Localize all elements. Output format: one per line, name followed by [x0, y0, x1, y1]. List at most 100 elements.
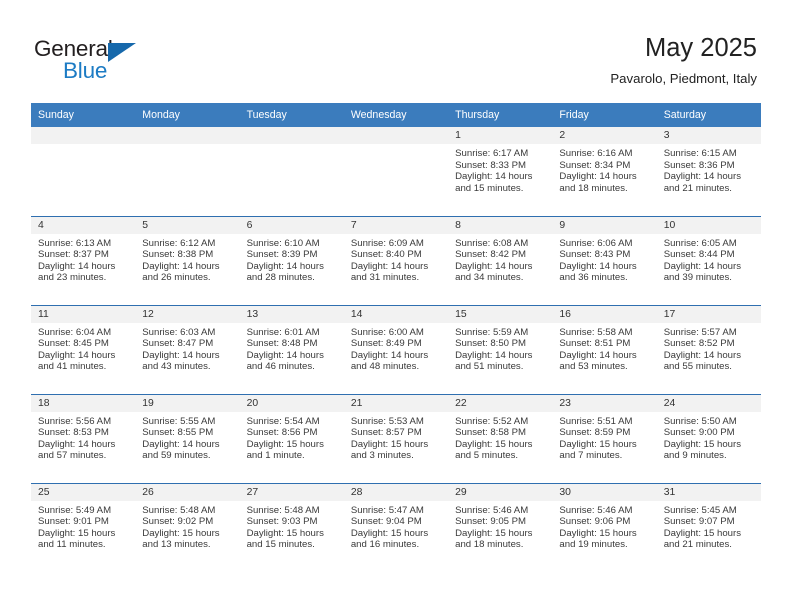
calendar-day-cell[interactable]: 20 Sunrise: 5:54 AM Sunset: 8:56 PM Dayligh… — [239, 393, 344, 483]
calendar-day-cell[interactable]: 21 Sunrise: 5:53 AM Sunset: 8:57 PM Dayligh… — [343, 393, 449, 483]
calendar-day-cell[interactable]: 2 Sunrise: 6:16 AM Sunset: 8:34 PM Daylight… — [552, 127, 657, 216]
daylight-text-line2: and 46 minutes. — [246, 361, 315, 373]
calendar-day-cell[interactable]: 17 Sunrise: 5:57 AM Sunset: 8:52 PM Dayligh… — [656, 304, 761, 394]
daylight-text-line1: Daylight: 14 hours — [38, 349, 116, 361]
calendar-day-cell[interactable]: 31 Sunrise: 5:45 AM Sunset: 9:07 PM Dayligh… — [656, 482, 761, 572]
day-number: 14 — [343, 305, 449, 323]
calendar-day-cell[interactable]: 22 Sunrise: 5:52 AM Sunset: 8:58 PM Dayligh… — [448, 393, 553, 483]
daylight-text-line2: and 48 minutes. — [350, 361, 420, 373]
day-number: 6 — [239, 216, 344, 234]
day-details: Sunrise: 5:55 AM Sunset: 8:55 PM Daylight:… — [135, 412, 239, 462]
sunrise-text: Sunrise: 5:47 AM — [350, 504, 424, 516]
calendar-day-cell[interactable]: 13 Sunrise: 6:01 AM Sunset: 8:48 PM Dayligh… — [239, 304, 344, 394]
calendar-day-cell[interactable]: 25 Sunrise: 5:49 AM Sunset: 9:01 PM Dayligh… — [31, 482, 136, 572]
daylight-text-line1: Daylight: 15 hours — [246, 438, 324, 450]
calendar-day-cell[interactable]: 16 Sunrise: 5:58 AM Sunset: 8:51 PM Dayligh… — [552, 304, 657, 394]
column-header-saturday: Saturday — [656, 103, 761, 127]
sunrise-text: Sunrise: 6:01 AM — [246, 326, 320, 338]
day-details: Sunrise: 5:47 AM Sunset: 9:04 PM Daylight:… — [344, 501, 448, 551]
day-number: 1 — [448, 127, 553, 144]
calendar-day-cell[interactable]: 28 Sunrise: 5:47 AM Sunset: 9:04 PM Dayligh… — [343, 482, 449, 572]
day-number — [31, 127, 136, 144]
calendar-day-cell[interactable]: 26 Sunrise: 5:48 AM Sunset: 9:02 PM Dayligh… — [135, 482, 240, 572]
calendar-day-cell[interactable]: 1 Sunrise: 6:17 AM Sunset: 8:33 PM Daylight… — [448, 127, 553, 216]
daylight-text-line2: and 59 minutes. — [142, 450, 211, 462]
day-details: Sunrise: 6:15 AM Sunset: 8:36 PM Daylight:… — [657, 144, 761, 194]
day-number: 22 — [448, 394, 553, 412]
calendar-day-cell[interactable]: 12 Sunrise: 6:03 AM Sunset: 8:47 PM Dayligh… — [135, 304, 240, 394]
sunset-text: Sunset: 8:51 PM — [559, 338, 631, 350]
daylight-text-line2: and 5 minutes. — [455, 450, 519, 462]
daylight-text-line2: and 26 minutes. — [142, 272, 211, 284]
daylight-text-line1: Daylight: 15 hours — [455, 527, 533, 539]
daylight-text-line2: and 57 minutes. — [38, 450, 107, 462]
day-details: Sunrise: 5:56 AM Sunset: 8:53 PM Daylight:… — [31, 412, 135, 462]
sunrise-text: Sunrise: 5:59 AM — [455, 326, 529, 338]
sunset-text: Sunset: 9:03 PM — [246, 516, 318, 528]
day-number: 2 — [552, 127, 657, 144]
calendar-day-cell[interactable]: 9 Sunrise: 6:06 AM Sunset: 8:43 PM Daylight… — [552, 215, 657, 305]
sunrise-text: Sunrise: 5:53 AM — [350, 415, 424, 427]
calendar-day-cell[interactable]: 29 Sunrise: 5:46 AM Sunset: 9:05 PM Dayligh… — [448, 482, 553, 572]
sunrise-text: Sunrise: 5:55 AM — [142, 415, 216, 427]
calendar-day-cell[interactable]: 4 Sunrise: 6:13 AM Sunset: 8:37 PM Daylight… — [31, 215, 136, 305]
sunrise-text: Sunrise: 5:45 AM — [663, 504, 737, 516]
sunset-text: Sunset: 8:43 PM — [559, 249, 631, 261]
day-number: 4 — [31, 216, 136, 234]
calendar-day-cell[interactable]: 10 Sunrise: 6:05 AM Sunset: 8:44 PM Dayligh… — [656, 215, 761, 305]
calendar-day-cell[interactable]: 15 Sunrise: 5:59 AM Sunset: 8:50 PM Dayligh… — [448, 304, 553, 394]
day-number: 13 — [239, 305, 344, 323]
sunset-text: Sunset: 8:45 PM — [38, 338, 109, 350]
generalblue-logo[interactable]: General Blue — [34, 36, 214, 92]
sunset-text: Sunset: 9:00 PM — [663, 427, 735, 439]
sunrise-text: Sunrise: 5:50 AM — [663, 415, 737, 427]
daylight-text-line2: and 18 minutes. — [559, 182, 628, 194]
day-details: Sunrise: 5:49 AM Sunset: 9:01 PM Daylight:… — [31, 501, 135, 551]
sunrise-text: Sunrise: 5:49 AM — [38, 504, 112, 516]
calendar-day-cell[interactable]: 18 Sunrise: 5:56 AM Sunset: 8:53 PM Dayligh… — [31, 393, 136, 483]
day-details: Sunrise: 6:16 AM Sunset: 8:34 PM Daylight:… — [552, 144, 656, 194]
sunrise-text: Sunrise: 5:54 AM — [246, 415, 320, 427]
calendar-cell-empty — [239, 127, 344, 216]
calendar-day-cell[interactable]: 27 Sunrise: 5:48 AM Sunset: 9:03 PM Dayligh… — [239, 482, 344, 572]
calendar-day-cell[interactable]: 24 Sunrise: 5:50 AM Sunset: 9:00 PM Dayligh… — [656, 393, 761, 483]
sunrise-text: Sunrise: 6:06 AM — [559, 237, 633, 249]
day-details: Sunrise: 6:05 AM Sunset: 8:44 PM Daylight:… — [657, 234, 761, 284]
calendar-day-cell[interactable]: 19 Sunrise: 5:55 AM Sunset: 8:55 PM Dayligh… — [135, 393, 240, 483]
calendar-day-cell[interactable]: 11 Sunrise: 6:04 AM Sunset: 8:45 PM Dayligh… — [31, 304, 136, 394]
sunset-text: Sunset: 8:52 PM — [663, 338, 735, 350]
sunset-text: Sunset: 8:59 PM — [559, 427, 631, 439]
sunset-text: Sunset: 8:58 PM — [455, 427, 527, 439]
calendar-day-cell[interactable]: 3 Sunrise: 6:15 AM Sunset: 8:36 PM Daylight… — [656, 127, 761, 216]
calendar-day-cell[interactable]: 23 Sunrise: 5:51 AM Sunset: 8:59 PM Dayligh… — [552, 393, 657, 483]
daylight-text-line2: and 1 minute. — [246, 450, 305, 462]
calendar-day-cell[interactable]: 8 Sunrise: 6:08 AM Sunset: 8:42 PM Daylight… — [448, 215, 553, 305]
day-details: Sunrise: 6:01 AM Sunset: 8:48 PM Daylight:… — [240, 323, 344, 373]
day-details: Sunrise: 5:48 AM Sunset: 9:03 PM Daylight:… — [240, 501, 344, 551]
calendar-day-cell[interactable]: 30 Sunrise: 5:46 AM Sunset: 9:06 PM Dayligh… — [552, 482, 657, 572]
sunrise-text: Sunrise: 5:46 AM — [455, 504, 529, 516]
calendar-day-cell[interactable]: 5 Sunrise: 6:12 AM Sunset: 8:38 PM Daylight… — [135, 215, 240, 305]
daylight-text-line2: and 18 minutes. — [455, 539, 524, 551]
calendar-week-row: 11 Sunrise: 6:04 AM Sunset: 8:45 PM Dayligh… — [31, 304, 761, 394]
calendar-day-cell[interactable]: 6 Sunrise: 6:10 AM Sunset: 8:39 PM Daylight… — [239, 215, 344, 305]
column-header-monday: Monday — [135, 103, 240, 127]
calendar-day-cell[interactable]: 14 Sunrise: 6:00 AM Sunset: 8:49 PM Dayligh… — [343, 304, 449, 394]
day-details: Sunrise: 5:57 AM Sunset: 8:52 PM Daylight:… — [657, 323, 761, 373]
column-header-friday: Friday — [552, 103, 657, 127]
title-block: May 2025 Pavarolo, Piedmont, Italy — [610, 33, 757, 88]
sunset-text: Sunset: 8:56 PM — [246, 427, 318, 439]
sunrise-text: Sunrise: 6:05 AM — [663, 237, 737, 249]
daylight-text-line1: Daylight: 15 hours — [559, 527, 637, 539]
calendar-week-row: 4 Sunrise: 6:13 AM Sunset: 8:37 PM Daylight… — [31, 215, 761, 305]
daylight-text-line2: and 36 minutes. — [559, 272, 628, 284]
sunrise-text: Sunrise: 5:48 AM — [246, 504, 320, 516]
page-header: General Blue May 2025 Pavarolo, Piedmont… — [0, 0, 792, 100]
calendar-day-cell[interactable]: 7 Sunrise: 6:09 AM Sunset: 8:40 PM Daylight… — [343, 215, 449, 305]
day-number: 16 — [552, 305, 657, 323]
logo-triangle-icon — [108, 42, 136, 62]
day-details: Sunrise: 6:08 AM Sunset: 8:42 PM Daylight:… — [448, 234, 552, 284]
day-number: 8 — [448, 216, 553, 234]
page-subtitle: Pavarolo, Piedmont, Italy — [610, 71, 757, 86]
day-number: 10 — [656, 216, 761, 234]
